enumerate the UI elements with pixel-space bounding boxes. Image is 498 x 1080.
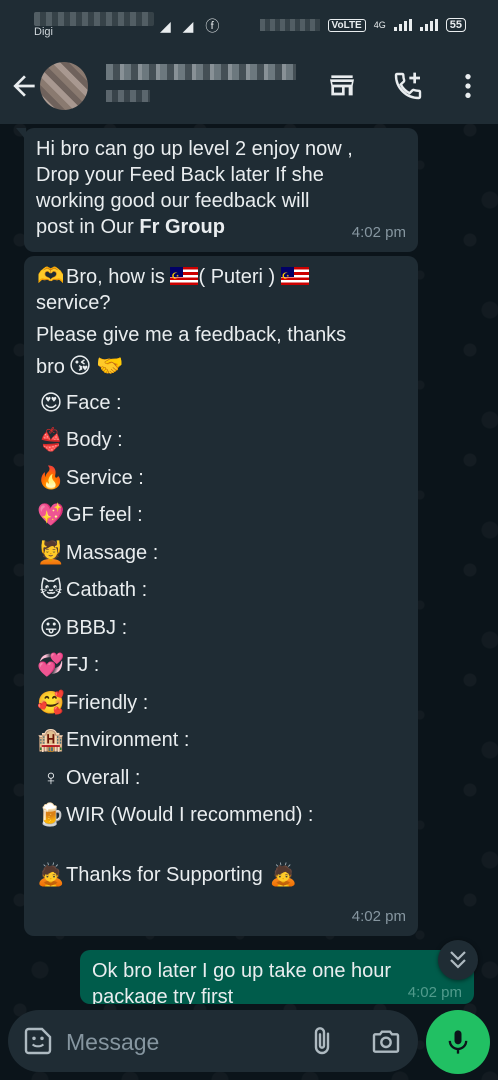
battery-icon: 55 (445, 18, 466, 32)
add-call-icon[interactable] (392, 70, 424, 102)
contact-name[interactable] (106, 64, 296, 80)
feedback-item-label: WIR (Would I recommend) : (66, 804, 314, 827)
message-text-line: Drop your Feed Back later If she (36, 164, 324, 186)
status-blurred-icons (259, 19, 320, 31)
outgoing-message-bubble[interactable]: Ok bro later I go up take one hour packa… (80, 950, 474, 1004)
bikini-icon: 👙 (37, 427, 65, 453)
status-bar: Digi ◢ ◢ ⓕ VoLTE 4G 55 (0, 0, 498, 52)
person-bowing-icon: 🙇 (37, 861, 65, 887)
message-text: bro (36, 356, 65, 378)
message-text-line: Ok bro later I go up take one hour (92, 960, 392, 982)
feedback-item-label: Body : (66, 429, 123, 452)
message-timestamp: 4:02 pm (351, 224, 406, 241)
hearts-icon: 💞 (37, 652, 65, 678)
microphone-icon (448, 1030, 468, 1054)
person-bowing-icon: 🙇 (269, 861, 298, 887)
message-composer (8, 1010, 418, 1072)
status-right-group: VoLTE 4G 55 (259, 18, 466, 32)
feedback-item: 🏨 Environment : (36, 722, 406, 760)
notification-icons: ◢ ◢ ⓕ (160, 18, 224, 34)
contact-status (106, 90, 150, 102)
handshake-icon: 🤝 (96, 353, 124, 378)
message-text-line: service? (36, 292, 111, 314)
feedback-item-label: GF feel : (66, 504, 143, 527)
hotel-icon: 🏨 (37, 727, 65, 753)
feedback-item: 😛 BBBJ : (36, 609, 406, 647)
feedback-item: 🥰 Friendly : (36, 684, 406, 722)
feedback-item: ♀ Overall : (36, 759, 406, 797)
status-blurred-area (34, 12, 154, 26)
smiling-hearts-icon: 🥰 (37, 689, 65, 715)
message-text: Bro, how is (66, 266, 171, 288)
scroll-to-bottom-button[interactable] (438, 940, 478, 980)
sticker-icon[interactable] (22, 1025, 54, 1057)
message-text: ( Puteri ) (198, 266, 276, 288)
feedback-item-label: BBBJ : (66, 616, 128, 639)
feedback-item: 👙 Body : (36, 422, 406, 460)
malaysia-flag-icon (280, 263, 309, 289)
feedback-item: 🐱 Catbath : (36, 572, 406, 610)
camera-icon[interactable] (370, 1025, 402, 1057)
message-text-line: bro 😘 🤝 (36, 354, 406, 380)
message-timestamp: 4:02 pm (351, 908, 406, 925)
tongue-icon: 😛 (39, 614, 63, 640)
feedback-item-label: Catbath : (66, 579, 148, 602)
signal-icon-2 (419, 19, 438, 31)
thanks-line: 🙇 Thanks for Supporting 🙇 (36, 856, 406, 894)
kiss-icon: 😘 (68, 353, 92, 378)
female-sign-icon: ♀ (42, 764, 60, 790)
message-text: post in Our (36, 216, 140, 238)
bubble-tail (16, 128, 26, 140)
handshake-heart-icon: 🫶 (37, 263, 65, 288)
feedback-item-label: Environment : (66, 729, 190, 752)
message-text-line: working good our feedback will (36, 190, 310, 212)
incoming-message-bubble[interactable]: Hi bro can go up level 2 enjoy now , Dro… (16, 128, 418, 252)
double-chevron-down-icon (450, 951, 466, 969)
beer-icon: 🍺 (37, 802, 65, 828)
message-input[interactable] (64, 1024, 288, 1060)
group-name-bold: Fr Group (139, 216, 225, 238)
feedback-item: 🍺 WIR (Would I recommend) : (36, 797, 406, 835)
more-options-icon[interactable] (452, 70, 484, 102)
sparkling-heart-icon: 💖 (37, 502, 65, 528)
voice-message-button[interactable] (426, 1010, 490, 1074)
cat-icon: 🐱 (39, 577, 63, 603)
message-text-line: Please give me a feedback, thanks (36, 324, 347, 346)
back-arrow-icon[interactable] (8, 70, 40, 102)
malaysia-flag-icon (170, 263, 199, 289)
signal-icon (393, 19, 412, 31)
volte-badge: VoLTE (327, 18, 366, 32)
fire-icon: 🔥 (37, 464, 65, 490)
feedback-list: 😍 Face : 👙 Body : 🔥 Service : 💖 GF feel : 💆 Massa… (36, 384, 406, 834)
message-text-line: post in Our Fr Group (36, 214, 406, 240)
carrier-label: Digi (34, 26, 53, 38)
feedback-item: 💖 GF feel : (36, 497, 406, 535)
message-timestamp: 4:02 pm (407, 984, 462, 1001)
feedback-item-label: Massage : (66, 541, 159, 564)
feedback-item: 🔥 Service : (36, 459, 406, 497)
feedback-item-label: Overall : (66, 766, 141, 789)
message-text-line: package try first (92, 986, 234, 1004)
chat-header (0, 52, 498, 124)
feedback-item: 💆 Massage : (36, 534, 406, 572)
incoming-message-bubble[interactable]: 🫶Bro, how is ( Puteri ) service? Please … (24, 256, 418, 936)
message-text-line: 🫶Bro, how is ( Puteri ) (36, 263, 406, 290)
shop-icon[interactable] (326, 70, 358, 102)
feedback-item-label: Face : (66, 391, 122, 414)
massage-icon: 💆 (37, 539, 65, 565)
feedback-item-label: FJ : (66, 654, 100, 677)
feedback-item: 💞 FJ : (36, 647, 406, 685)
message-text: Thanks for Supporting (66, 863, 263, 886)
network-type: 4G (373, 20, 386, 30)
feedback-item: 😍 Face : (36, 384, 406, 422)
attach-icon[interactable] (306, 1025, 338, 1057)
message-text-line: Hi bro can go up level 2 enjoy now , (36, 138, 353, 160)
feedback-item-label: Friendly : (66, 691, 149, 714)
heart-eyes-icon: 😍 (39, 389, 63, 415)
avatar[interactable] (40, 62, 88, 110)
feedback-item-label: Service : (66, 466, 144, 489)
